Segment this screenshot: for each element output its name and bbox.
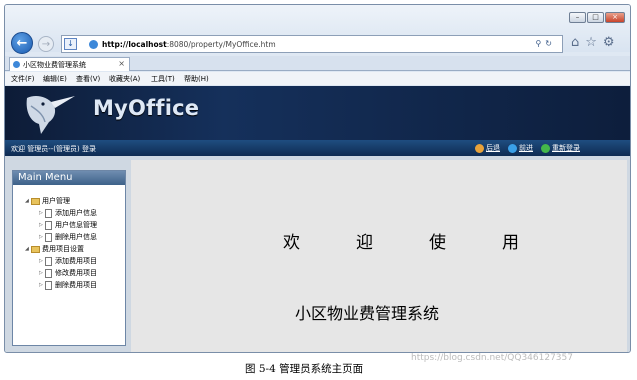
tree-item-add-user[interactable]: ▷ 添加用户信息 [39, 208, 97, 218]
web-page: MyOffice 欢迎 管理员--(管理员) 登录 后退 前进 重新登录 Mai… [5, 86, 630, 352]
browser-tools[interactable]: ⌂☆⚙ [571, 35, 621, 50]
menu-edit[interactable]: 编辑(E) [43, 74, 67, 84]
forward-link[interactable]: 前进 [508, 143, 533, 153]
back-arrow-icon[interactable]: ← [11, 32, 33, 54]
figure-caption: 图 5-4 管理员系统主页面 [245, 363, 364, 375]
tree-group-fee-items[interactable]: ◢ 费用项目设置 [25, 244, 84, 254]
document-icon [45, 208, 52, 218]
menu-file[interactable]: 文件(F) [11, 74, 35, 84]
close-button[interactable]: × [605, 12, 625, 23]
welcome-heading: 欢迎使用 [283, 233, 575, 253]
refresh-icon[interactable]: ↻ [545, 39, 556, 48]
gear-icon[interactable]: ⚙ [603, 35, 621, 50]
address-actions[interactable]: ⚲↻ [535, 39, 556, 48]
relogin-icon [541, 143, 550, 153]
back-link[interactable]: 后退 [475, 143, 500, 153]
address-bar[interactable]: ↓ http://localhost:8080/property/MyOffic… [61, 35, 563, 53]
minimize-button[interactable]: – [569, 12, 586, 23]
home-icon[interactable]: ⌂ [571, 35, 585, 50]
ie-page-icon [89, 40, 98, 49]
tree-item-delete-user[interactable]: ▷ 删除用户信息 [39, 232, 97, 242]
menu-favorites[interactable]: 收藏夹(A) [109, 74, 140, 84]
menu-bar: 文件(F) 编辑(E) 查看(V) 收藏夹(A) 工具(T) 帮助(H) [5, 72, 630, 85]
brand-logo-text: MyOffice [93, 96, 200, 120]
kingfisher-logo-icon [26, 96, 75, 134]
sidebar-title: Main Menu [18, 172, 73, 183]
folder-icon [31, 245, 40, 253]
watermark-text: https://blog.csdn.net/QQ346127357 [411, 353, 573, 363]
system-name-heading: 小区物业费管理系统 [295, 304, 440, 323]
sidebar-header: Main Menu [13, 171, 125, 185]
document-icon [45, 280, 52, 290]
browser-chrome: ← → ↓ http://localhost:8080/property/MyO… [5, 5, 630, 54]
document-icon [45, 268, 52, 278]
tree-group-user-management[interactable]: ◢ 用户管理 [25, 196, 70, 206]
tree-item-add-fee[interactable]: ▷ 添加费用项目 [39, 256, 97, 266]
document-icon [45, 220, 52, 230]
tree-item-user-manage[interactable]: ▷ 用户信息管理 [39, 220, 97, 230]
tab-active[interactable]: 小区物业费管理系统 × [9, 57, 130, 71]
browser-window: ← → ↓ http://localhost:8080/property/MyO… [4, 4, 631, 353]
sidebar-menu: Main Menu ◢ 用户管理 ▷ 添加用户信息 ▷ 用户信息管理 ▷ 删除用… [12, 170, 126, 346]
address-url[interactable]: http://localhost:8080/property/MyOffice.… [102, 40, 276, 49]
star-icon[interactable]: ☆ [585, 35, 603, 50]
tree-item-edit-fee[interactable]: ▷ 修改费用项目 [39, 268, 97, 278]
relogin-link[interactable]: 重新登录 [541, 143, 580, 153]
search-icon[interactable]: ⚲ [535, 39, 545, 48]
menu-view[interactable]: 查看(V) [76, 74, 100, 84]
forward-icon [508, 143, 517, 153]
folder-icon [31, 197, 40, 205]
site-header: MyOffice [5, 86, 630, 140]
forward-arrow-icon[interactable]: → [38, 36, 54, 52]
user-status-bar: 欢迎 管理员--(管理员) 登录 后退 前进 重新登录 [5, 140, 630, 156]
compat-view-icon[interactable]: ↓ [64, 38, 77, 50]
tab-strip: 小区物业费管理系统 × [5, 56, 630, 71]
document-icon [45, 232, 52, 242]
menu-tools[interactable]: 工具(T) [151, 74, 175, 84]
ie-tab-icon [13, 61, 20, 68]
menu-help[interactable]: 帮助(H) [184, 74, 209, 84]
back-icon [475, 143, 484, 153]
maximize-button[interactable]: □ [587, 12, 604, 23]
tab-close-icon[interactable]: × [118, 59, 125, 68]
main-content: 欢迎使用 小区物业费管理系统 [131, 160, 627, 352]
welcome-text: 欢迎 管理员--(管理员) 登录 [11, 145, 96, 153]
tab-title: 小区物业费管理系统 [23, 61, 86, 69]
document-icon [45, 256, 52, 266]
tree-item-delete-fee[interactable]: ▷ 删除费用项目 [39, 280, 97, 290]
